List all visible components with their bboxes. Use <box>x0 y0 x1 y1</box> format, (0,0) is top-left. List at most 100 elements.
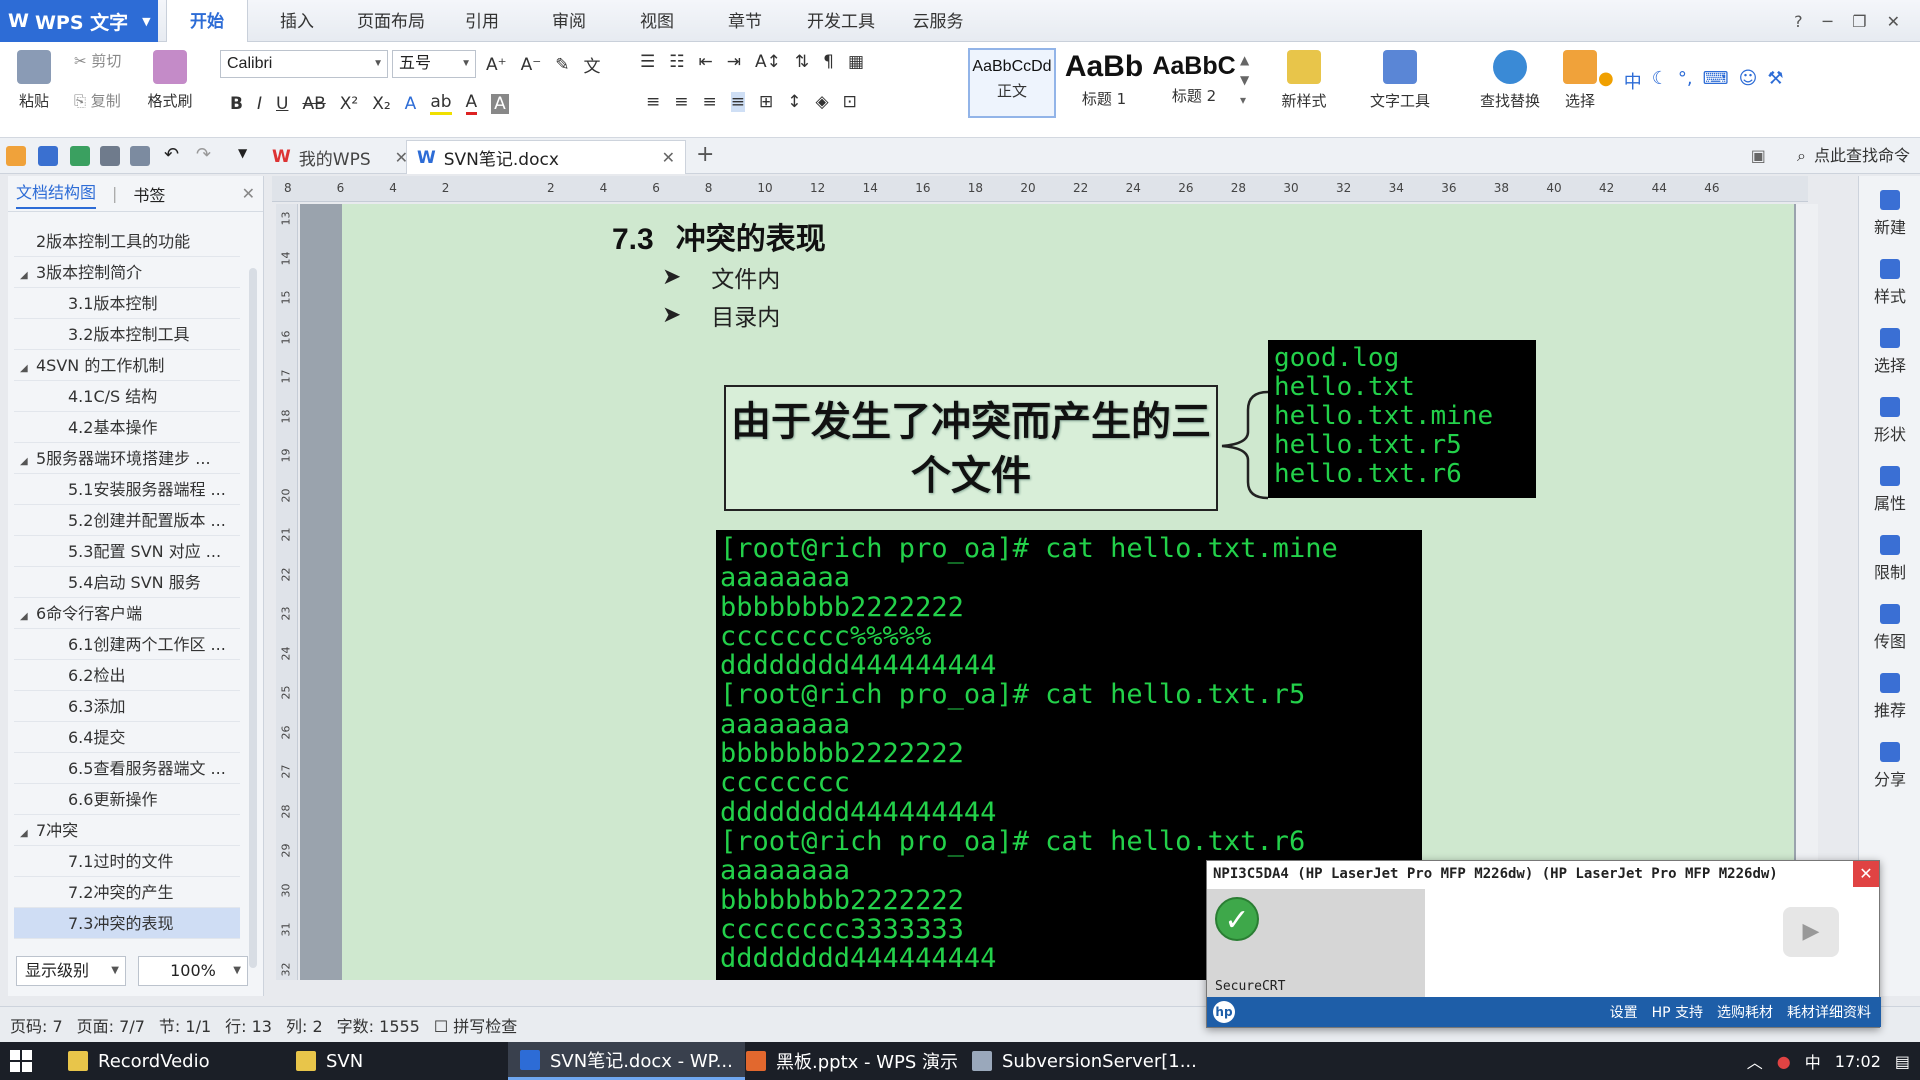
style-heading-2[interactable]: AaBbC 标题 2 <box>1150 48 1238 118</box>
tab-svn-notes[interactable]: W SVN笔记.docx ✕ <box>406 140 686 174</box>
sidebar-item[interactable]: 分享 <box>1859 742 1920 790</box>
tab-menu-icon[interactable]: ▣ <box>1751 146 1766 165</box>
keyboard-icon[interactable]: ⌨ <box>1703 68 1729 96</box>
show-marks-icon[interactable]: ¶ <box>823 52 834 72</box>
justify-icon[interactable]: ≡ <box>730 92 745 112</box>
outline-item[interactable]: 4.2基本操作 <box>14 412 240 443</box>
taskbar-item-recordvedio[interactable]: RecordVedio <box>56 1042 222 1080</box>
cut-button[interactable]: ✂ 剪切 <box>74 50 121 71</box>
tab-review[interactable]: 审阅 <box>538 0 600 42</box>
distribute-icon[interactable]: ⊞ <box>759 92 773 112</box>
char-shading-icon[interactable]: A <box>491 93 509 114</box>
outline-item[interactable]: ◢ 6命令行客户端 <box>14 598 240 629</box>
sidebar-item[interactable]: 样式 <box>1859 259 1920 307</box>
tab-outline[interactable]: 文档结构图 <box>16 179 97 209</box>
spell-check-toggle[interactable]: ☐ 拼写检查 <box>434 1013 517 1037</box>
settings-link[interactable]: 设置 <box>1610 1002 1638 1022</box>
outline-item[interactable]: 6.5查看服务器端文 ... <box>14 753 240 784</box>
tab-my-wps[interactable]: W 我的WPS ✕ <box>262 140 418 174</box>
app-menu-button[interactable]: W WPS 文字 ▼ <box>0 0 158 42</box>
nav-scrollbar[interactable] <box>249 268 257 968</box>
open-icon[interactable] <box>6 146 26 166</box>
status-pages[interactable]: 页面: 7/7 <box>77 1013 145 1037</box>
text-tools-button[interactable]: 文字工具 <box>1356 50 1444 111</box>
punct-icon[interactable]: °, <box>1678 68 1693 96</box>
decrease-indent-icon[interactable]: ⇤ <box>699 52 713 72</box>
font-color-icon[interactable]: A <box>465 92 478 115</box>
record-icon[interactable]: ● <box>1777 1052 1791 1071</box>
outline-item[interactable]: ◢ 7冲突 <box>14 815 240 846</box>
moon-icon[interactable]: ☾ <box>1652 68 1668 96</box>
sidebar-item[interactable]: 传图 <box>1859 604 1920 652</box>
grow-font-icon[interactable]: A⁺ <box>486 55 507 75</box>
table-icon[interactable]: ▦ <box>848 52 864 72</box>
find-command[interactable]: ▣ ⌕ 点此查找命令 <box>1751 138 1910 174</box>
clear-format-icon[interactable]: ✎ <box>555 55 569 75</box>
windows-start-icon[interactable] <box>10 1050 32 1072</box>
outline-item[interactable]: 2版本控制工具的功能 <box>14 226 240 257</box>
outline-item[interactable]: ◢ 3版本控制简介 <box>14 257 240 288</box>
subscript-icon[interactable]: X₂ <box>372 94 390 114</box>
tab-insert[interactable]: 插入 <box>266 0 328 42</box>
vertical-ruler[interactable]: 13 14 15 16 17 18 19 20 21 22 23 24 25 26 27 28 29 30 31 32 <box>276 204 298 980</box>
taskbar-item-subversion[interactable]: SubversionServer[1... <box>960 1042 1209 1080</box>
superscript-icon[interactable]: X² <box>340 94 358 114</box>
ime-logo-icon[interactable]: ● <box>1598 68 1614 96</box>
font-size-select[interactable]: 五号 ▼ <box>392 50 476 78</box>
new-style-button[interactable]: 新样式 <box>1266 50 1342 111</box>
sidebar-item[interactable]: 选择 <box>1859 328 1920 376</box>
tab-chapter[interactable]: 章节 <box>714 0 776 42</box>
border-icon[interactable]: ⊡ <box>843 92 857 112</box>
find-replace-button[interactable]: 查找替换 <box>1466 50 1554 111</box>
increase-indent-icon[interactable]: ⇥ <box>727 52 741 72</box>
style-scroll[interactable]: ▲ ▼ ▾ <box>1240 50 1249 110</box>
level-select[interactable]: 显示级别 ▼ <box>16 956 126 986</box>
outline-item[interactable]: 5.4启动 SVN 服务 <box>14 567 240 598</box>
outline-item[interactable]: 6.4提交 <box>14 722 240 753</box>
outline-item[interactable]: 5.3配置 SVN 对应 ... <box>14 536 240 567</box>
outline-item[interactable]: 3.2版本控制工具 <box>14 319 240 350</box>
tab-cloud[interactable]: 云服务 <box>900 0 976 42</box>
export-pdf-icon[interactable] <box>70 146 90 166</box>
shading-icon[interactable]: ◈ <box>816 92 829 112</box>
supply-details-link[interactable]: 耗材详细资料 <box>1787 1002 1871 1022</box>
new-tab-icon[interactable]: + <box>696 142 714 167</box>
print-icon[interactable] <box>100 146 120 166</box>
outline-item[interactable]: 6.1创建两个工作区 ... <box>14 629 240 660</box>
tab-developer[interactable]: 开发工具 <box>796 0 886 42</box>
strikethrough-icon[interactable]: AB <box>302 94 325 114</box>
redo-icon[interactable]: ↷ <box>196 144 211 165</box>
sidebar-item[interactable]: 形状 <box>1859 397 1920 445</box>
sidebar-item[interactable]: 限制 <box>1859 535 1920 583</box>
outline-item[interactable]: 5.2创建并配置版本 ... <box>14 505 240 536</box>
user-icon[interactable]: ☺ <box>1739 68 1758 96</box>
style-heading-1[interactable]: AaBb 标题 1 <box>1060 48 1148 118</box>
customize-icon[interactable]: ▼ <box>238 146 247 160</box>
close-icon[interactable]: ✕ <box>1853 861 1879 887</box>
line-spacing-icon[interactable]: ↕ <box>787 92 801 112</box>
collapse-toggle-icon[interactable]: ◢ <box>20 818 36 845</box>
zoom-select[interactable]: 100% ▼ <box>138 956 248 986</box>
highlight-icon[interactable]: ab <box>430 92 452 115</box>
bullet-list-icon[interactable]: ☰ <box>640 52 655 72</box>
play-icon[interactable]: ▶ <box>1783 907 1839 957</box>
collapse-toggle-icon[interactable]: ◢ <box>20 601 36 628</box>
undo-icon[interactable]: ↶ <box>164 144 179 165</box>
collapse-toggle-icon[interactable]: ◢ <box>20 446 36 473</box>
outline-item[interactable]: 6.2检出 <box>14 660 240 691</box>
outline-item[interactable]: 7.1过时的文件 <box>14 846 240 877</box>
ime-chinese-icon[interactable]: 中 <box>1624 68 1642 96</box>
notification-icon[interactable]: ▤ <box>1895 1052 1910 1071</box>
outline-item[interactable]: ◢ 4SVN 的工作机制 <box>14 350 240 381</box>
sidebar-item[interactable]: 推荐 <box>1859 673 1920 721</box>
text-effect-icon[interactable]: A <box>405 94 417 114</box>
taskbar-item-wps-writer[interactable]: SVN笔记.docx - WP... <box>508 1042 745 1080</box>
help-icon[interactable]: ? <box>1794 12 1803 31</box>
align-right-icon[interactable]: ≡ <box>703 92 717 112</box>
paste-button[interactable]: 粘贴 <box>4 50 64 111</box>
shrink-font-icon[interactable]: A⁻ <box>521 55 542 75</box>
sort-icon[interactable]: ⇅ <box>795 52 809 72</box>
underline-icon[interactable]: U <box>276 94 288 114</box>
clock[interactable]: 17:02 <box>1835 1052 1881 1071</box>
format-painter-button[interactable]: 格式刷 <box>140 50 200 111</box>
